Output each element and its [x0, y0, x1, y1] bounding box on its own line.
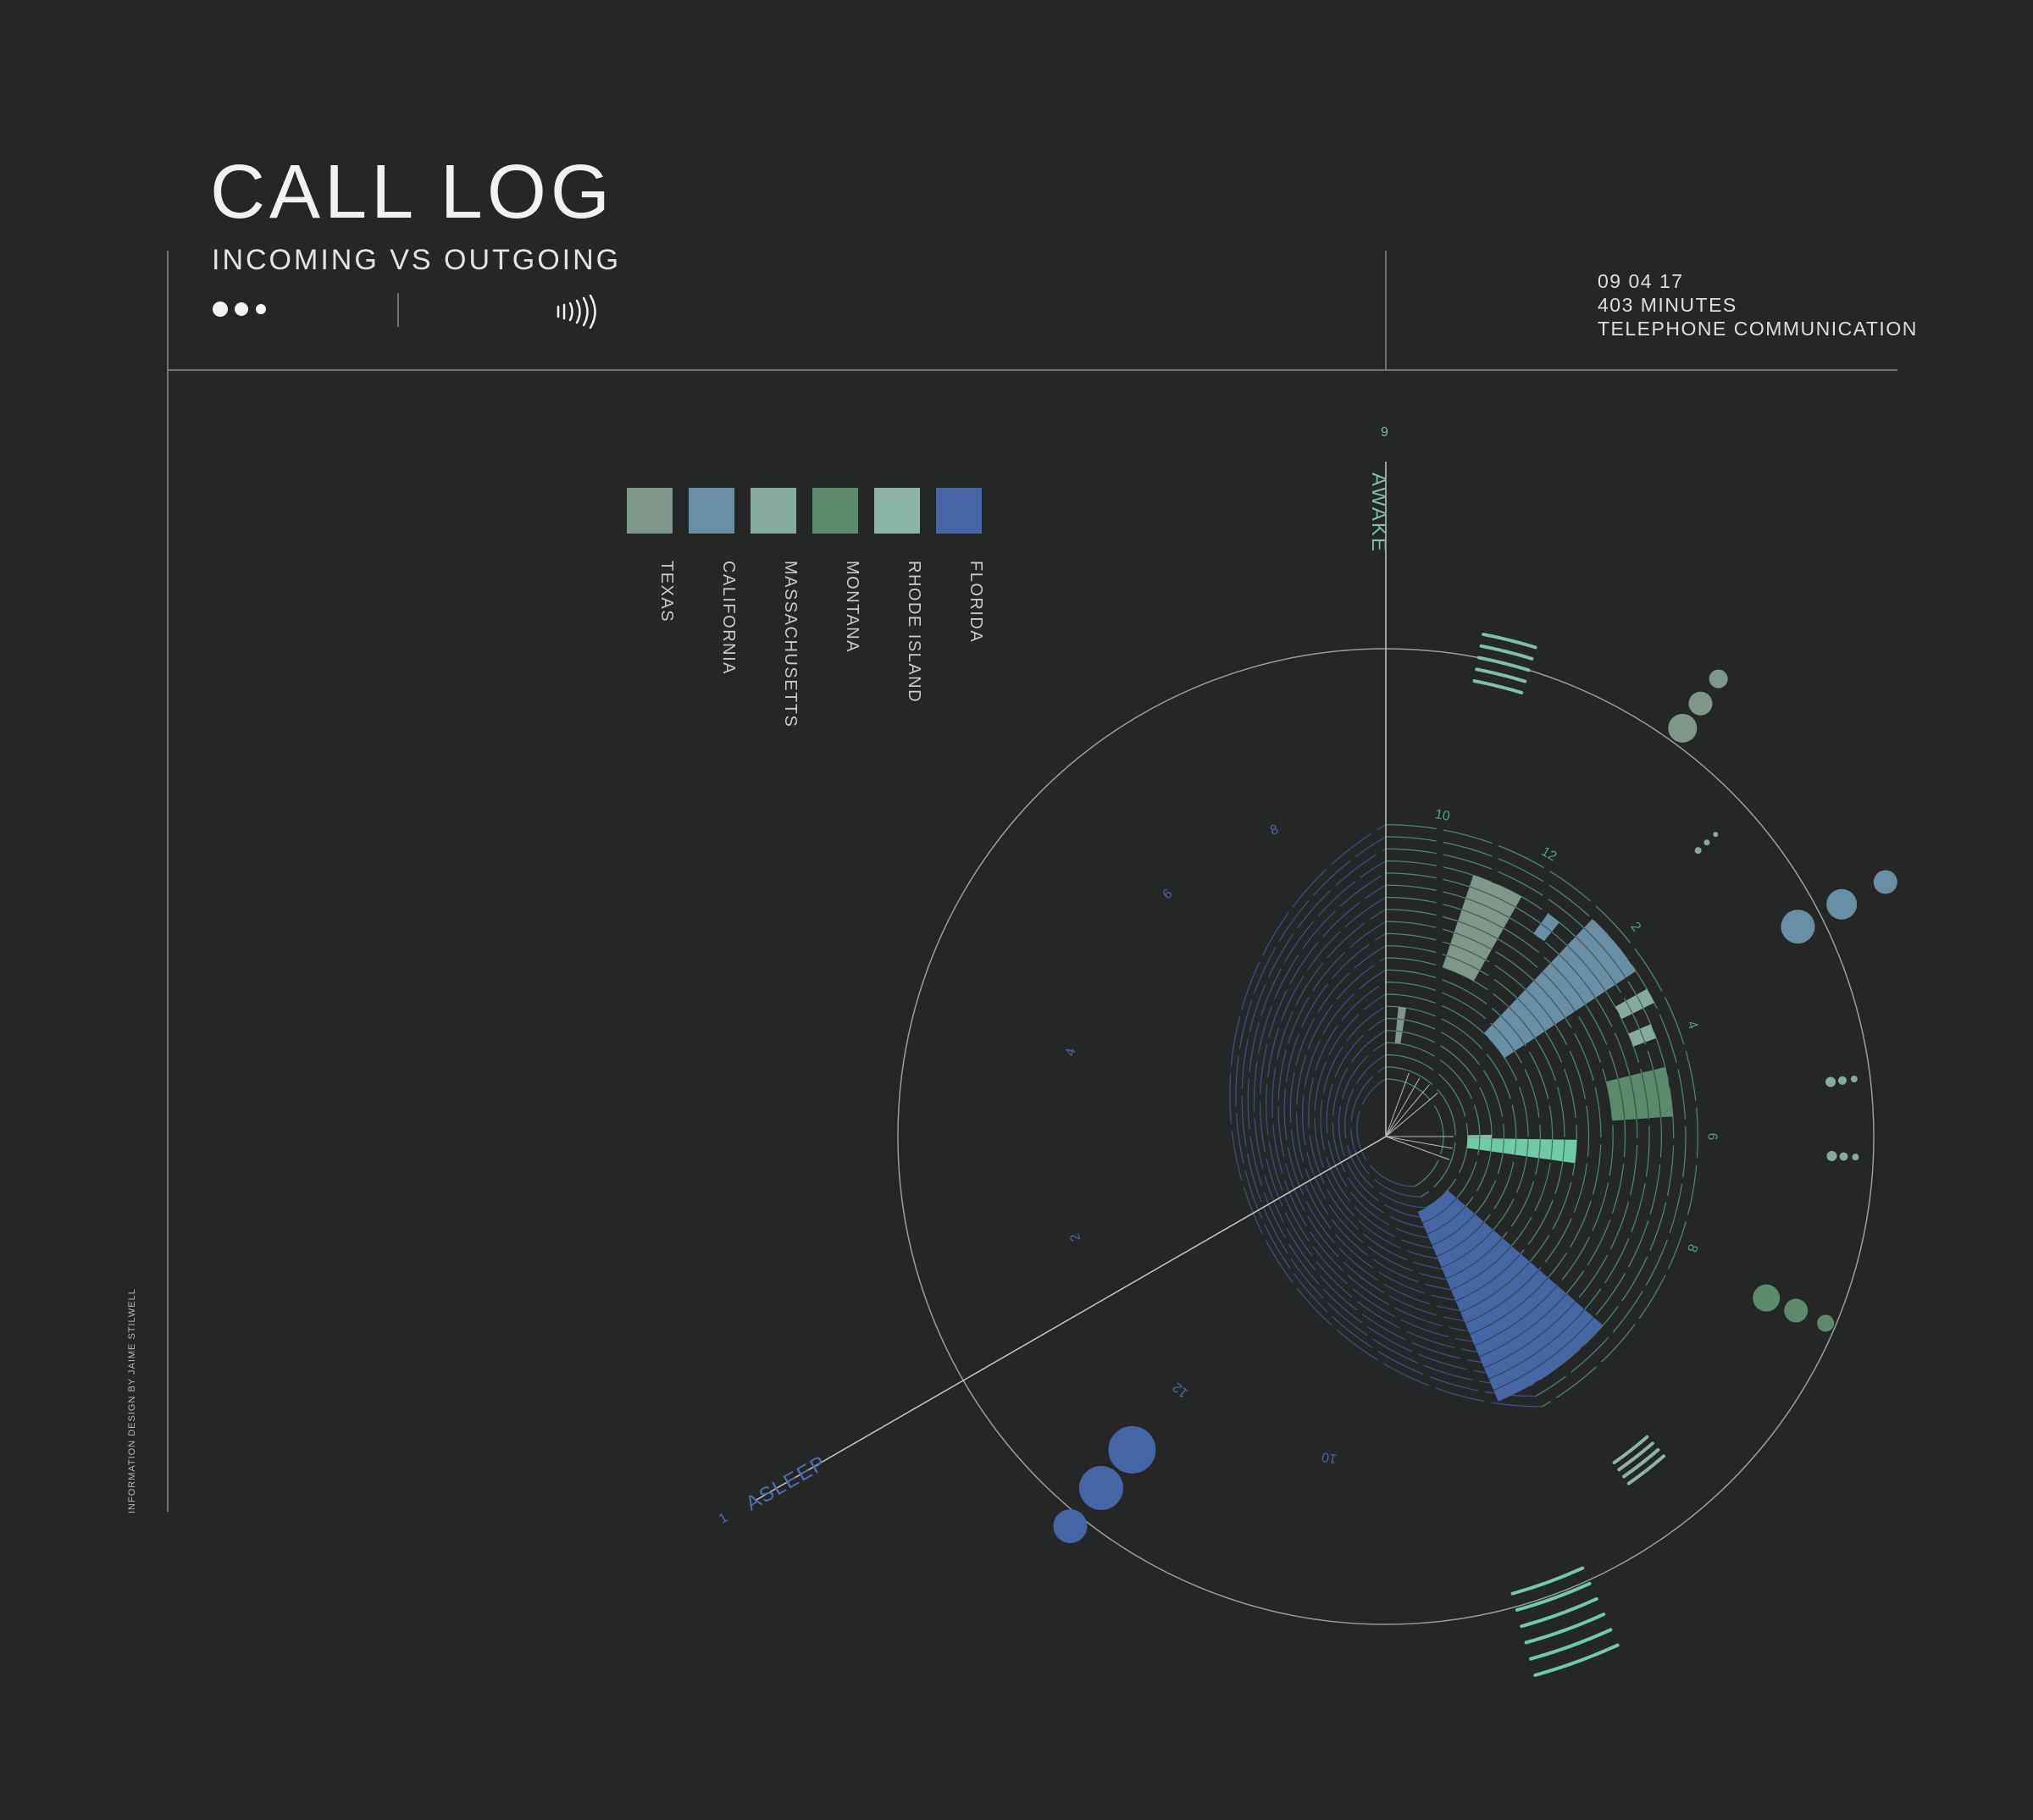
asleep-tick-label: 8 [1268, 822, 1280, 838]
asleep-tick-label: 12 [1170, 1380, 1191, 1400]
outgoing-wave [1612, 1435, 1649, 1464]
asleep-tick-label: 6 [1161, 887, 1176, 903]
outgoing-wave [1476, 656, 1531, 672]
awake-tick-label: 10 [1434, 807, 1452, 824]
call-bar [1417, 1190, 1604, 1402]
legend-swatch [936, 488, 982, 534]
call-date: 09 04 17 [1598, 270, 1684, 292]
legend [627, 488, 982, 534]
credit-line: INFORMATION DESIGN BY JAIME STILWELL [127, 1288, 137, 1513]
outgoing-wave [1472, 679, 1524, 694]
outgoing-wave [1479, 644, 1534, 661]
awake-tick-label: 4 [1684, 1019, 1700, 1031]
incoming-dot [1668, 713, 1698, 743]
call-bar [1615, 988, 1654, 1020]
call-bar [1394, 1006, 1407, 1044]
asleep-axis-line [754, 1136, 1387, 1502]
incoming-dot [1852, 1153, 1859, 1161]
incoming-dot [1873, 870, 1897, 894]
incoming-dot [1688, 691, 1713, 716]
incoming-dot [1817, 1314, 1835, 1332]
incoming-dot [1753, 1284, 1781, 1312]
legend-swatch [689, 488, 734, 534]
incoming-dot [1826, 1150, 1837, 1161]
legend-label-california: CALIFORNIA [719, 561, 738, 676]
incoming-dot [1694, 847, 1702, 855]
outgoing-wave [1475, 667, 1527, 683]
incoming-dot [1826, 888, 1858, 920]
frame-lines [167, 251, 1897, 1512]
legend-label-florida: FLORIDA [967, 561, 985, 644]
incoming-dot [1837, 1076, 1847, 1085]
page-subtitle: INCOMING VS OUTGOING [212, 244, 622, 276]
call-summary: 09 04 17 403 MINUTES TELEPHONE COMMUNICA… [1598, 269, 1918, 340]
incoming-dot [1078, 1465, 1123, 1510]
asleep-tick-label: 2 [1068, 1231, 1084, 1243]
awake-ring [1385, 1042, 1481, 1219]
call-minutes: 403 MINUTES [1598, 294, 1737, 316]
awake-ring [1385, 1066, 1456, 1198]
legend-label-texas: TEXAS [657, 561, 676, 623]
sound-wave-icon [557, 294, 596, 329]
legend-label-rhode-island: RHODE ISLAND [905, 561, 923, 704]
legend-swatch [812, 488, 858, 534]
call-markers [1053, 633, 1897, 1677]
call-bar [1606, 1066, 1673, 1121]
awake-label: AWAKE [1367, 473, 1390, 553]
incoming-dot [1850, 1076, 1858, 1083]
awake-tick-label: 2 [1627, 920, 1643, 935]
asleep-tick-label: 10 [1321, 1449, 1338, 1466]
incoming-dot [1713, 832, 1719, 838]
outgoing-wave [1482, 633, 1537, 650]
legend-swatch [751, 488, 796, 534]
call-bars [1394, 875, 1673, 1402]
incoming-dot [1053, 1509, 1088, 1544]
legend-label-montana: MONTANA [843, 561, 861, 654]
awake-tick-label: 6 [1704, 1133, 1719, 1141]
top-tick-label: 9 [1381, 425, 1390, 440]
legend-label-massachusetts: MASSACHUSETTS [781, 561, 800, 728]
center-spoke [1385, 1084, 1430, 1137]
legend-swatch [627, 488, 673, 534]
incoming-dot [1108, 1425, 1156, 1474]
incoming-dot [1784, 1298, 1809, 1323]
outgoing-wave [1533, 1643, 1620, 1677]
call-description: TELEPHONE COMMUNICATION [1598, 318, 1918, 340]
call-bar [1466, 1137, 1577, 1164]
incoming-dot [1709, 669, 1728, 689]
incoming-dot [1839, 1152, 1848, 1161]
legend-swatch [874, 488, 920, 534]
incoming-dot [1781, 910, 1815, 944]
incoming-dot [1825, 1076, 1836, 1087]
asleep-tick-label: 4 [1063, 1047, 1079, 1058]
awake-tick-label: 8 [1684, 1242, 1700, 1254]
dots-icon [213, 301, 266, 317]
incoming-dot [1703, 839, 1710, 846]
center-spoke [1385, 1077, 1421, 1137]
awake-tick-label: 12 [1538, 844, 1559, 865]
center-spoke [1385, 1136, 1450, 1160]
page-title: CALL LOG [210, 150, 614, 235]
center-spoke [1385, 1136, 1453, 1149]
